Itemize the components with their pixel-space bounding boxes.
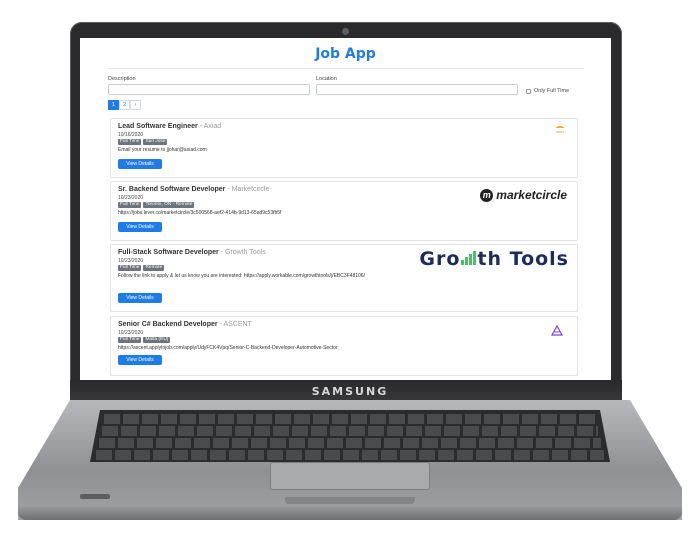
ascent-logo-icon xyxy=(550,323,564,341)
description-input[interactable] xyxy=(108,84,310,95)
usb-port-icon xyxy=(80,494,110,499)
lid-notch xyxy=(285,497,415,504)
job-title[interactable]: Full-Stack Software Developer xyxy=(118,249,219,256)
job-title-line: Senior C# Backend Developer - ASCENT xyxy=(118,321,252,328)
job-title-line: Sr. Backend Software Developer - Marketc… xyxy=(118,186,270,193)
job-badges: Full Time San Jose xyxy=(118,139,168,145)
job-description: https://ascent.applytojob.com/apply/UdyF… xyxy=(118,345,338,351)
job-type-badge: Full Time xyxy=(118,202,142,208)
company-name: Marketcircle xyxy=(231,186,270,193)
page-title: Job App xyxy=(315,46,376,62)
keyboard xyxy=(90,410,610,462)
job-card: Full-Stack Software Developer - Growth T… xyxy=(110,244,578,312)
job-location-badge: Malta (EU) xyxy=(143,337,171,343)
description-label: Description xyxy=(108,76,136,82)
axiad-logo-icon: axiad xyxy=(553,126,567,134)
job-badges: Full Time Remote xyxy=(118,265,165,271)
page-button-2[interactable]: 2 xyxy=(119,100,130,110)
view-details-button[interactable]: View Details xyxy=(118,159,162,169)
job-description: Follow the link to apply & let us know y… xyxy=(118,273,365,279)
job-title[interactable]: Senior C# Backend Developer xyxy=(118,321,218,328)
webcam-icon xyxy=(342,28,349,35)
location-input[interactable] xyxy=(316,84,518,95)
marketcircle-logo-icon: m marketcircle xyxy=(480,188,567,202)
job-description: Email your resume to jjohar@axiad.com xyxy=(118,147,207,153)
title-divider xyxy=(108,68,584,69)
job-date: 10/16/2020 xyxy=(118,132,144,138)
view-details-button[interactable]: View Details xyxy=(118,222,162,232)
job-card: Sr. Backend Software Developer - Marketc… xyxy=(110,181,578,241)
job-card: Lead Software Engineer - Axiad 10/16/202… xyxy=(110,118,578,178)
view-details-button[interactable]: View Details xyxy=(118,293,162,303)
job-card: Senior C# Backend Developer - ASCENT 10/… xyxy=(110,316,578,376)
job-badges: Full Time Toronto, ON - Remote xyxy=(118,202,195,208)
full-time-label: Only Full Time xyxy=(534,88,570,94)
job-location-badge: Toronto, ON - Remote xyxy=(143,202,195,208)
job-date: 10/23/2020 xyxy=(118,330,144,336)
job-title[interactable]: Sr. Backend Software Developer xyxy=(118,186,225,193)
location-label: Location xyxy=(316,76,337,82)
job-type-badge: Full Time xyxy=(118,139,142,145)
growth-tools-logo-icon: Gro th Tools xyxy=(419,248,569,270)
laptop-base-edge xyxy=(18,506,682,520)
company-name: ASCENT xyxy=(223,321,252,328)
job-type-badge: Full Time xyxy=(118,265,142,271)
full-time-checkbox[interactable] xyxy=(526,89,531,94)
job-badges: Full Time Malta (EU) xyxy=(118,337,171,343)
job-location-badge: San Jose xyxy=(143,139,168,145)
job-type-badge: Full Time xyxy=(118,337,142,343)
job-description: https://jobs.lever.co/marketcircle/3c500… xyxy=(118,210,282,216)
job-title[interactable]: Lead Software Engineer xyxy=(118,123,198,130)
laptop-brand-logo: SAMSUNG xyxy=(311,385,389,398)
job-title-line: Lead Software Engineer - Axiad xyxy=(118,123,222,130)
laptop-photo: SAMSUNG Job App Description Location Onl… xyxy=(0,0,700,550)
next-page-button[interactable]: › xyxy=(130,100,141,110)
trackpad xyxy=(270,462,430,490)
job-date: 10/23/2020 xyxy=(118,258,144,264)
job-date: 10/23/2020 xyxy=(118,195,144,201)
job-title-line: Full-Stack Software Developer - Growth T… xyxy=(118,249,266,256)
pagination: 1 2 › xyxy=(108,100,141,110)
browser-screen: Job App Description Location Only Full T… xyxy=(80,38,611,380)
company-name: Growth Tools xyxy=(225,249,266,256)
job-location-badge: Remote xyxy=(143,265,165,271)
page-button-1[interactable]: 1 xyxy=(108,100,119,110)
view-details-button[interactable]: View Details xyxy=(118,355,162,365)
company-name: Axiad xyxy=(203,123,222,130)
